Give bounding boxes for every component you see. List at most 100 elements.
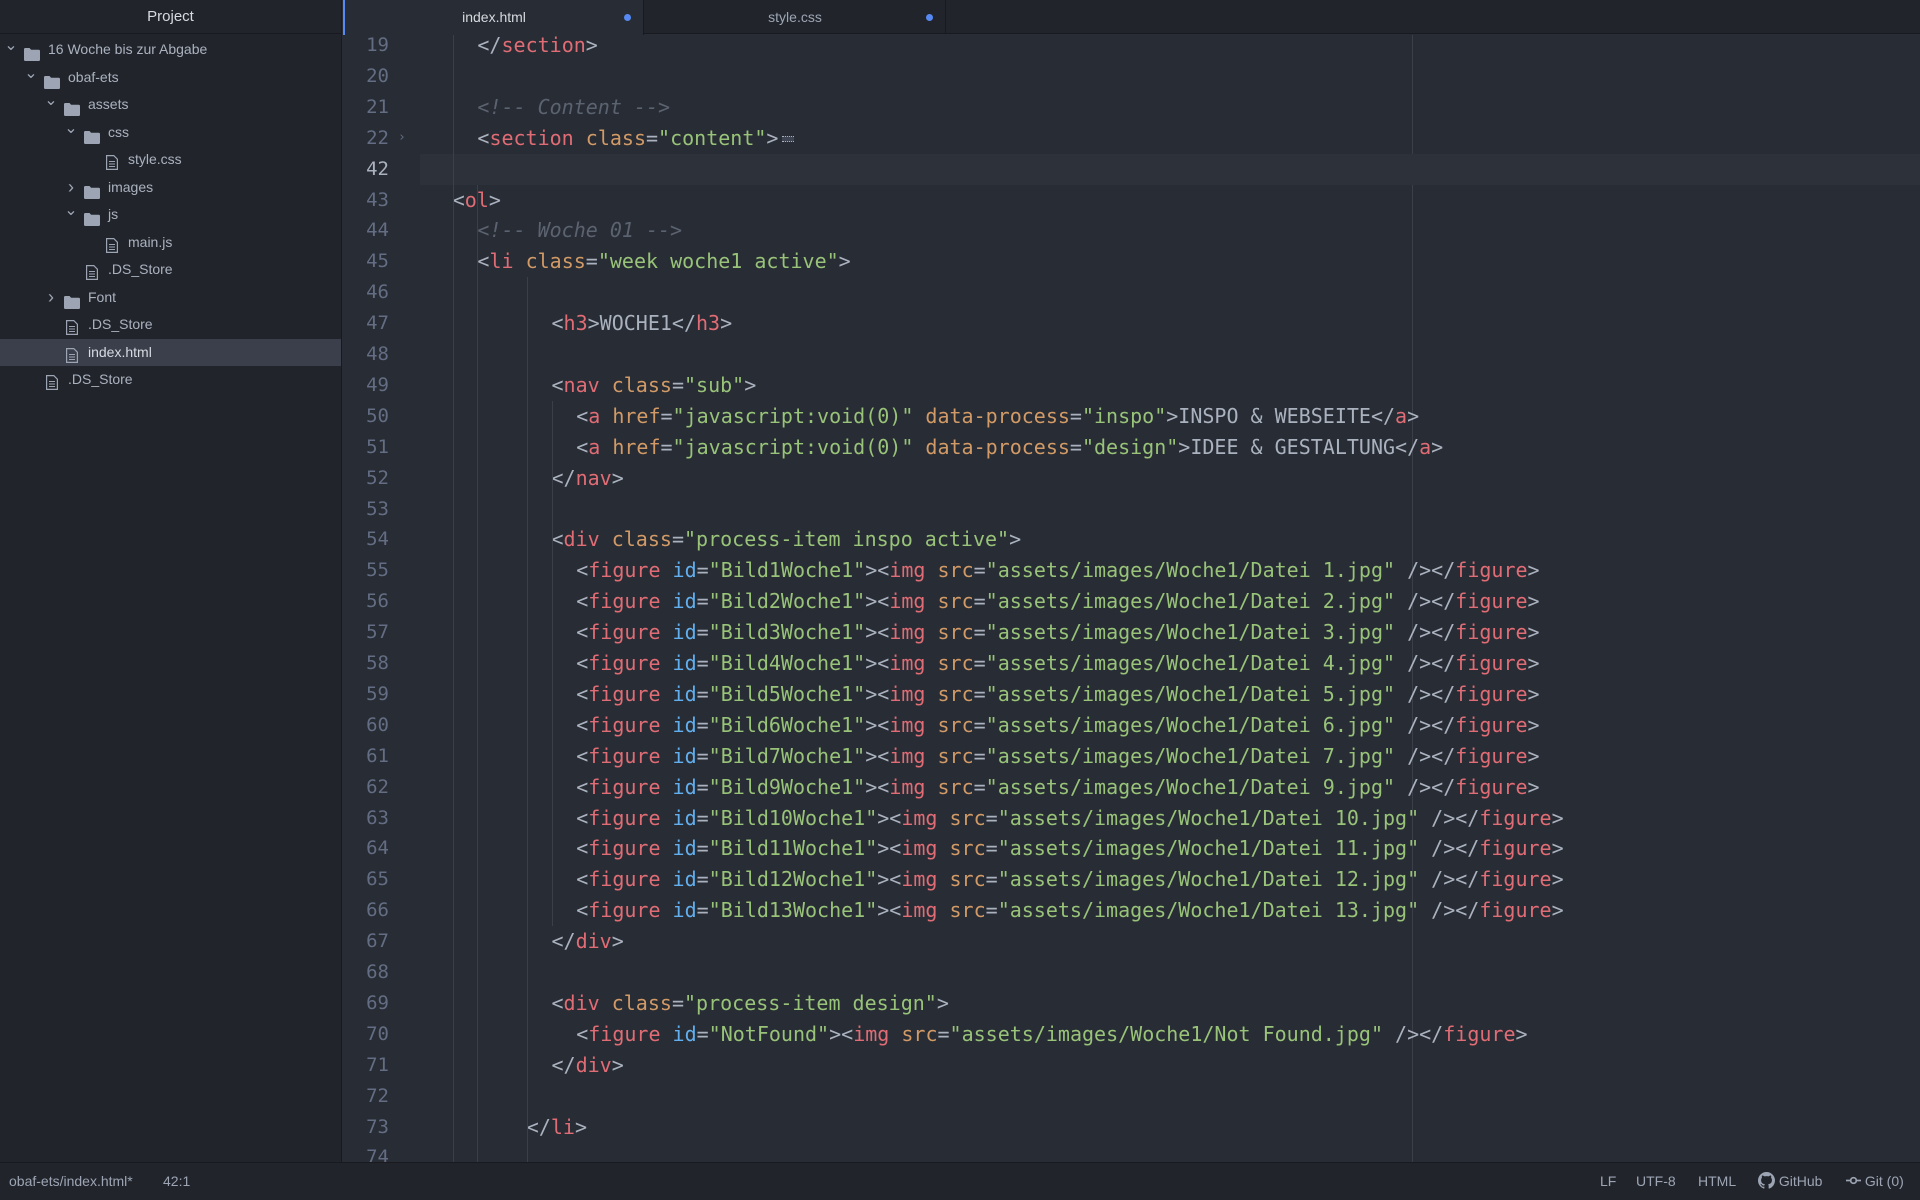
status-grammar[interactable]: HTML — [1698, 1163, 1736, 1200]
status-encoding[interactable]: UTF-8 — [1636, 1163, 1676, 1200]
code-token: /></ — [1383, 1021, 1444, 1046]
tree-file[interactable]: main.js — [0, 229, 341, 257]
code-token: id — [672, 898, 697, 923]
tree-file[interactable]: .DS_Store — [0, 366, 341, 394]
code-line[interactable]: <!-- Woche 01 --> — [420, 215, 682, 246]
code-token: /></ — [1419, 836, 1480, 861]
tree-file[interactable]: style.css — [0, 146, 341, 174]
chevron-down-icon[interactable]: ⌄ — [44, 87, 58, 115]
code-editor[interactable]: 19 20 21 22 › 42 43 44 45 46 47 48 49 50 51 52 53 54 55 56 5… — [343, 35, 1920, 1162]
code-line[interactable]: <div class="process-item inspo active"> — [420, 524, 1022, 555]
code-line[interactable]: </li> — [420, 1112, 587, 1143]
fold-chevron-icon[interactable]: › — [398, 123, 406, 154]
tree-folder[interactable]: › Font — [0, 284, 341, 312]
tree-file[interactable]: index.html — [0, 338, 341, 366]
code-token: "javascript:void(0)" — [672, 403, 914, 428]
chevron-down-icon[interactable]: ⌄ — [4, 32, 18, 60]
code-token: > — [1407, 403, 1420, 428]
code-line[interactable]: <figure id="Bild9Woche1"><img src="asset… — [420, 772, 1539, 803]
code-line[interactable]: <figure id="NotFound"><img src="assets/i… — [420, 1019, 1527, 1050]
code-token: < — [551, 372, 564, 397]
code-line[interactable]: <figure id="Bild10Woche1"><img src="asse… — [420, 803, 1563, 834]
code-token: /></ — [1395, 774, 1456, 799]
chevron-down-icon[interactable]: ⌄ — [24, 60, 38, 88]
code-line[interactable]: <figure id="Bild6Woche1"><img src="asset… — [420, 710, 1539, 741]
code-token: section — [501, 35, 586, 57]
code-token: src — [937, 620, 974, 645]
code-token: "sub" — [683, 372, 745, 397]
folded-code-ellipsis-icon[interactable] — [782, 136, 795, 143]
code-line[interactable]: <!-- Content --> — [420, 92, 670, 123]
code-line[interactable]: <a href="javascript:void(0)" data-proces… — [420, 401, 1419, 432]
code-line[interactable]: <section class="content"> — [420, 123, 795, 154]
code-token: id — [672, 712, 697, 737]
code-line[interactable]: <a href="javascript:void(0)" data-proces… — [420, 432, 1443, 463]
code-line[interactable] — [420, 339, 428, 370]
code-token: = — [696, 743, 709, 768]
code-token: src — [901, 1021, 938, 1046]
code-line[interactable] — [420, 277, 428, 308]
code-token: img — [889, 620, 926, 645]
code-line[interactable] — [420, 154, 428, 185]
code-line[interactable]: </div> — [420, 926, 624, 957]
tree-file[interactable]: .DS_Store — [0, 256, 341, 284]
tree-file[interactable]: .DS_Store — [0, 311, 341, 339]
code-line[interactable]: <h3>WOCHE1</h3> — [420, 308, 733, 339]
code-token: /></ — [1395, 651, 1456, 675]
tree-item-label: .DS_Store — [88, 316, 153, 332]
code-token: >< — [829, 1021, 854, 1046]
code-token: < — [576, 898, 589, 923]
code-token: = — [660, 434, 673, 459]
tree-folder[interactable]: › images — [0, 174, 341, 202]
code-line[interactable]: <figure id="Bild13Woche1"><img src="asse… — [420, 895, 1564, 926]
code-line[interactable] — [420, 61, 428, 92]
tree-folder[interactable]: ⌄ css — [0, 119, 341, 147]
code-token: h3 — [563, 311, 588, 336]
chevron-down-icon[interactable]: ⌄ — [64, 197, 78, 225]
code-line[interactable]: </section> — [420, 35, 597, 61]
code-token: class — [525, 249, 586, 274]
line-number: 67 — [366, 930, 389, 953]
code-line[interactable]: <figure id="Bild12Woche1"><img src="asse… — [420, 864, 1563, 895]
status-cursor-position[interactable]: 42:1 — [163, 1163, 190, 1200]
code-line[interactable]: <figure id="Bild4Woche1"><img src="asset… — [420, 648, 1539, 679]
code-line[interactable]: </div> — [420, 1050, 624, 1081]
code-line[interactable]: <nav class="sub"> — [420, 370, 757, 401]
tab-index-html[interactable]: index.html — [343, 0, 644, 35]
chevron-right-icon[interactable]: › — [44, 284, 58, 312]
tab-style-css[interactable]: style.css — [645, 0, 946, 34]
tree-folder[interactable]: ⌄ 16 Woche bis zur Abgabe — [0, 36, 341, 64]
code-token: = — [973, 681, 986, 706]
tree-folder[interactable]: ⌄ assets — [0, 91, 341, 119]
indent-guide — [526, 277, 528, 1162]
chevron-down-icon[interactable]: ⌄ — [64, 115, 78, 143]
code-token: = — [696, 1021, 709, 1046]
code-token: figure — [1455, 712, 1528, 737]
code-line[interactable] — [420, 494, 428, 525]
code-line[interactable]: <li class="week woche1 active"> — [420, 246, 850, 277]
code-token: class — [611, 990, 672, 1015]
code-line[interactable]: <div class="process-item design"> — [420, 988, 949, 1019]
code-line[interactable]: <figure id="Bild11Woche1"><img src="asse… — [420, 833, 1563, 864]
status-github[interactable]: GitHub — [1758, 1163, 1822, 1200]
code-line[interactable] — [420, 1142, 428, 1162]
code-line[interactable]: <figure id="Bild5Woche1"><img src="asset… — [420, 679, 1539, 710]
code-line[interactable]: <figure id="Bild2Woche1"><img src="asset… — [420, 586, 1539, 617]
code-line[interactable]: <figure id="Bild3Woche1"><img src="asset… — [420, 617, 1539, 648]
status-line-ending[interactable]: LF — [1600, 1163, 1616, 1200]
code-line[interactable] — [420, 1081, 428, 1112]
code-line[interactable] — [420, 957, 428, 988]
code-token: img — [889, 558, 926, 583]
code-token: = — [671, 372, 684, 397]
status-file-path[interactable]: obaf-ets/index.html* — [9, 1163, 133, 1200]
tree-folder[interactable]: ⌄ js — [0, 201, 341, 229]
code-line[interactable]: <ol> — [420, 185, 501, 216]
code-line[interactable]: <figure id="Bild7Woche1"><img src="asset… — [420, 741, 1539, 772]
line-number: 22 — [366, 126, 389, 149]
status-git[interactable]: Git (0) — [1846, 1163, 1904, 1200]
code-line[interactable]: </nav> — [420, 463, 624, 494]
code-token: >< — [865, 681, 890, 706]
tab-label: index.html — [462, 9, 526, 25]
code-line[interactable]: <figure id="Bild1Woche1"><img src="asset… — [420, 555, 1539, 586]
code-token: > — [1551, 898, 1564, 923]
